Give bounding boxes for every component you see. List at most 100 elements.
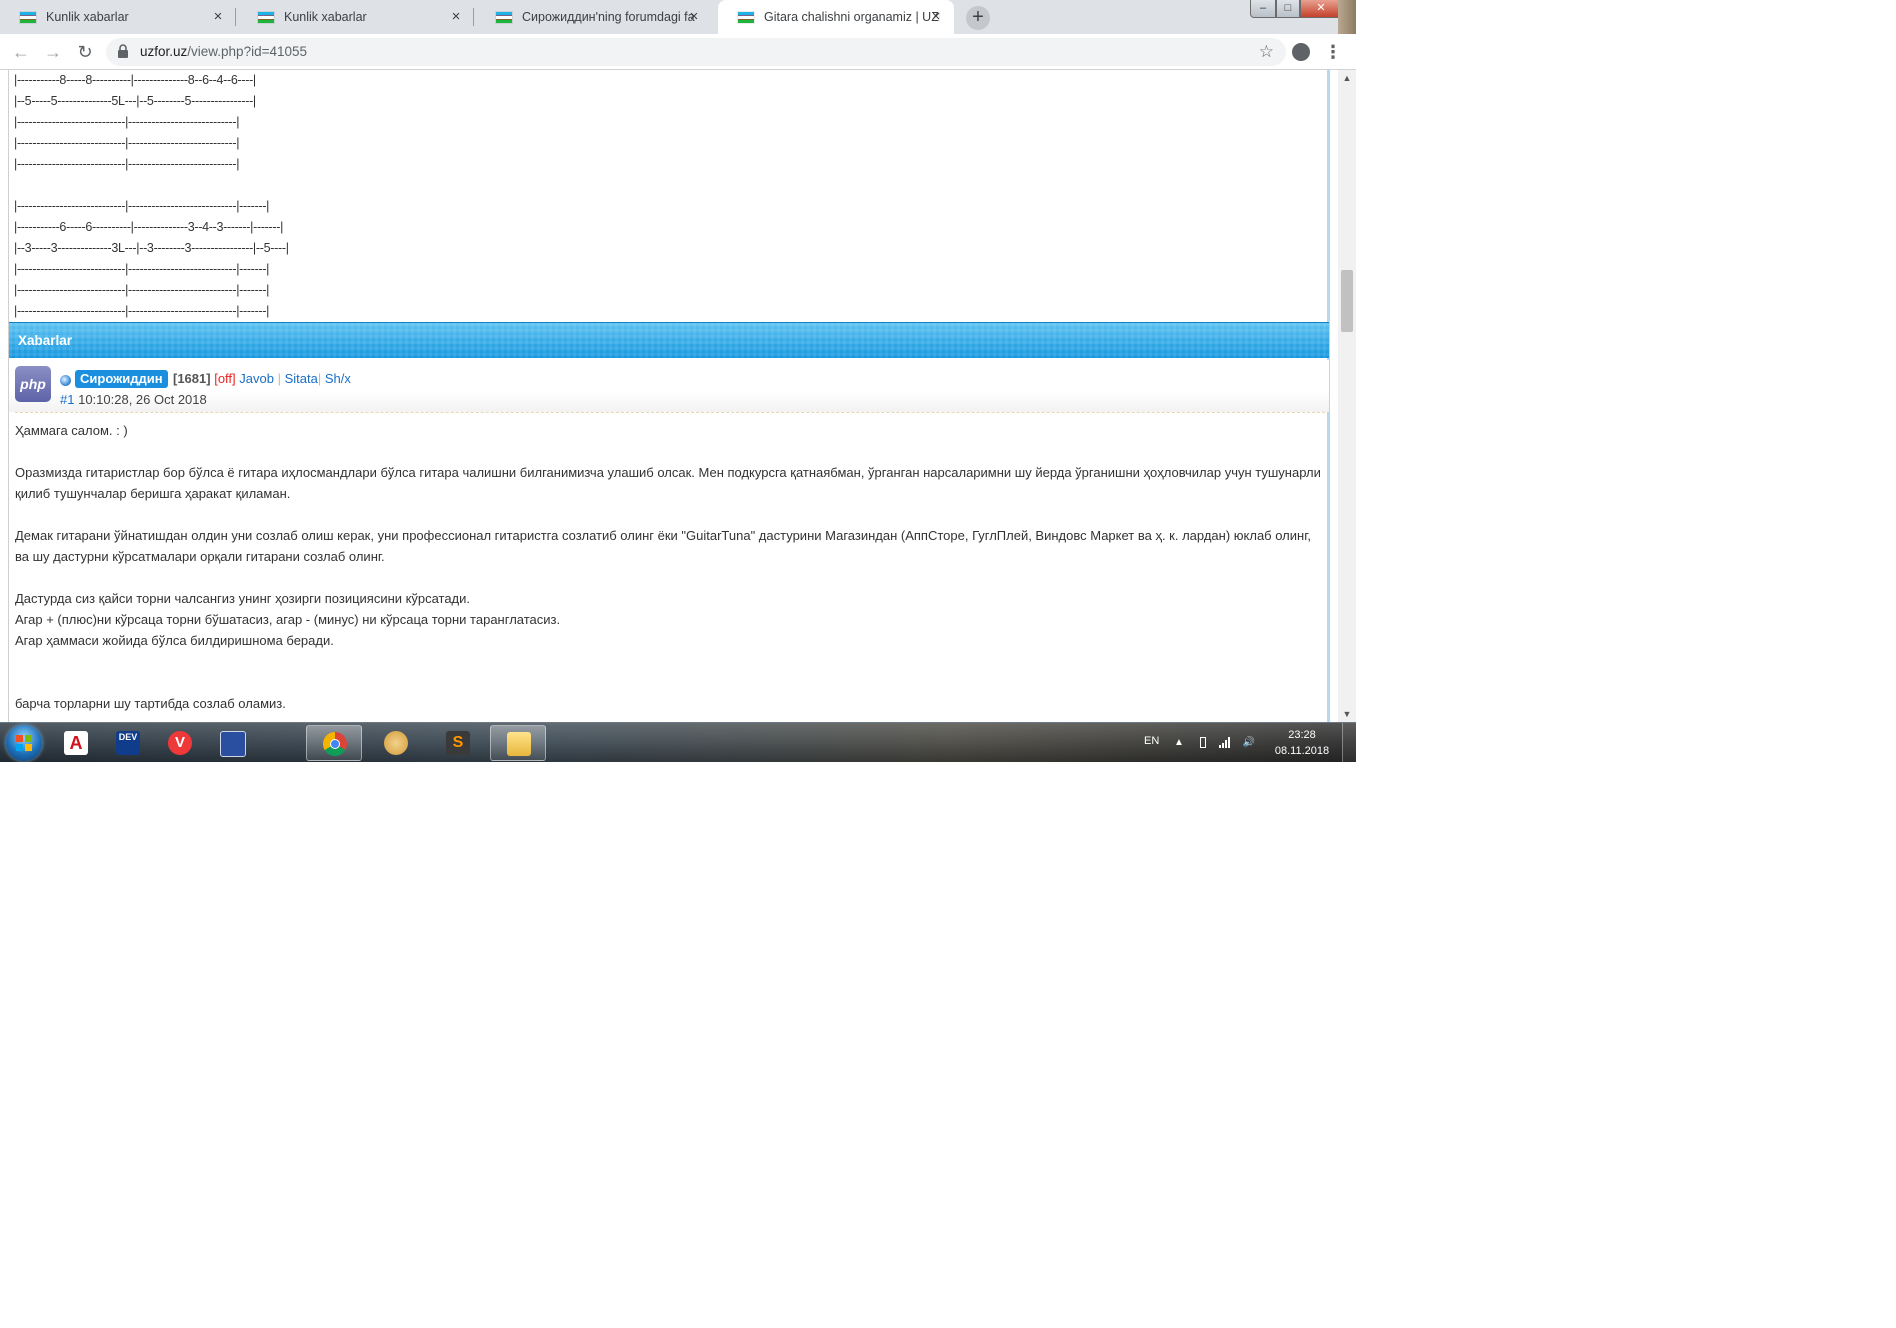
tray-expand-icon[interactable]: ▲ [1172, 736, 1186, 750]
private-message-link[interactable]: Sh/x [325, 371, 351, 386]
taskbar-app-chrome[interactable] [306, 725, 362, 761]
acrobat-icon: A [64, 731, 88, 755]
tablature-line: |-----------6-----6----------|----------… [14, 220, 284, 234]
page-content: |-----------8-----8----------|----------… [0, 70, 1338, 722]
tab-close-icon[interactable]: × [448, 9, 464, 25]
post-meta: [1681] [off] Javob | Sitata| Sh/x [173, 370, 351, 388]
kebab-menu-icon[interactable]: ⋮ [1322, 41, 1344, 63]
post-date-line: #1 10:10:28, 26 Oct 2018 [60, 392, 207, 407]
forward-arrow-icon[interactable]: → [42, 41, 64, 63]
tab-close-icon[interactable]: × [928, 9, 944, 25]
address-bar[interactable]: uzfor.uz/view.php?id=41055 ☆ [106, 38, 1286, 66]
reply-link[interactable]: Javob [239, 371, 274, 386]
browser-tab-strip: Kunlik xabarlar × Kunlik xabarlar × Сиро… [0, 0, 1356, 34]
tablature-line: |--3-----3--------------3L---|--3-------… [14, 241, 289, 255]
post-paragraph: Демак гитарани ўйнатишдан олдин уни созл… [15, 528, 1311, 564]
scroll-thumb[interactable] [1341, 270, 1353, 332]
tablature-line: |----------------------------|----------… [14, 157, 240, 171]
volume-icon[interactable]: 🔊 [1242, 736, 1256, 750]
uzbekistan-flag-icon [738, 11, 754, 23]
window-maximize-button[interactable]: □ [1276, 0, 1300, 18]
reload-icon[interactable]: ↻ [74, 41, 96, 63]
system-clock[interactable]: 23:28 08.11.2018 [1266, 727, 1338, 759]
tab-close-icon[interactable]: × [686, 9, 702, 25]
browser-tab-active[interactable]: Gitara chalishni organamiz | UZFO × [718, 0, 954, 34]
tablature-line: |--5-----5--------------5L---|--5-------… [14, 94, 256, 108]
taskbar-app-devcpp[interactable]: DEV [100, 725, 156, 761]
browser-tab[interactable]: Kunlik xabarlar × [0, 0, 236, 34]
battery-icon[interactable] [1196, 736, 1210, 750]
online-status: [off] [214, 371, 236, 386]
browser-tab[interactable]: Kunlik xabarlar × [238, 0, 474, 34]
show-desktop-button[interactable] [1342, 723, 1356, 762]
taskbar-app-vivaldi[interactable]: V [152, 725, 208, 761]
quote-link[interactable]: Sitata [285, 371, 318, 386]
post-paragraph: Агар ҳаммаси жойида бўлса билдиришнома б… [15, 633, 334, 648]
tablature-line: |----------------------------|----------… [14, 262, 270, 276]
browser-tab[interactable]: Сирожиддин'ning forumdagi fa × [476, 0, 712, 34]
taskbar-app-acrobat[interactable]: A [48, 725, 104, 761]
post-count: [1681] [173, 371, 211, 386]
vivaldi-icon: V [168, 731, 192, 755]
scroll-up-arrow-icon[interactable]: ▲ [1338, 70, 1356, 86]
post-header: php Сирожиддин [1681] [off] Javob | Sita… [9, 360, 1329, 412]
post-paragraph: Оразмизда гитаристлар бор бўлса ё гитара… [15, 465, 1321, 501]
uzbekistan-flag-icon [496, 11, 512, 23]
post-body: Ҳаммага салом. : ) Оразмизда гитаристлар… [15, 420, 1325, 714]
taskbar-app-explorer[interactable] [490, 725, 546, 761]
taskbar-app-sublime[interactable]: S [430, 725, 486, 761]
devcpp-icon: DEV [116, 731, 140, 755]
window-minimize-button[interactable]: – [1250, 0, 1276, 18]
screen: Kunlik xabarlar × Kunlik xabarlar × Сиро… [0, 0, 1356, 762]
tablature-line: |----------------------------|----------… [14, 283, 270, 297]
link-separator: | [277, 371, 281, 386]
url-path: /view.php?id=41055 [187, 44, 308, 59]
tablature-line: |----------------------------|----------… [14, 199, 270, 213]
url-host: uzfor.uz [140, 44, 188, 59]
tablature-line: |----------------------------|----------… [14, 136, 240, 150]
url-text: uzfor.uz/view.php?id=41055 [140, 38, 307, 66]
tab-separator [473, 8, 474, 26]
taskbar-app-save[interactable] [204, 725, 260, 761]
tab-title: Kunlik xabarlar [284, 10, 367, 24]
tablature-line: |----------------------------|----------… [14, 304, 270, 318]
post-paragraph: Дастурда сиз қайси торни чалсангиз унинг… [15, 591, 471, 606]
vertical-scrollbar[interactable]: ▲ ▼ [1338, 70, 1356, 722]
network-signal-icon[interactable] [1218, 736, 1232, 750]
scroll-down-arrow-icon[interactable]: ▼ [1338, 706, 1356, 722]
post-divider [15, 412, 1325, 413]
section-title: Xabarlar [18, 333, 73, 348]
post-paragraph: Агар + (плюс)ни кўрсаца торни бўшатасиз,… [15, 612, 561, 627]
tab-title: Сирожиддин'ning forumdagi fa [522, 10, 695, 24]
start-button[interactable] [6, 725, 42, 761]
post-datetime: 10:10:28, 26 Oct 2018 [78, 392, 207, 407]
uzbekistan-flag-icon [20, 11, 36, 23]
window-close-button[interactable]: ✕ [1300, 0, 1342, 18]
taskbar-app-paint[interactable] [368, 725, 424, 761]
chrome-icon [323, 732, 347, 756]
post-paragraph: барча торларни шу тартибда созлаб оламиз… [15, 696, 286, 711]
section-header: Xabarlar [9, 322, 1329, 358]
tablature-line: |----------------------------|----------… [14, 115, 240, 129]
browser-toolbar: ← → ↻ uzfor.uz/view.php?id=41055 ☆ ⋮ [0, 34, 1356, 70]
tablature-line: |-----------8-----8----------|----------… [14, 73, 256, 87]
language-indicator[interactable]: EN [1144, 735, 1159, 747]
sublime-icon: S [446, 731, 470, 755]
tab-close-icon[interactable]: × [210, 9, 226, 25]
tablature-line [14, 175, 614, 196]
post-number-link[interactable]: #1 [60, 392, 74, 407]
tab-separator [235, 8, 236, 26]
back-arrow-icon[interactable]: ← [10, 41, 32, 63]
link-separator: | [317, 371, 322, 386]
post-paragraph: Ҳаммага салом. : ) [15, 423, 128, 438]
username-link[interactable]: Сирожиддин [75, 370, 168, 388]
paint-icon [384, 731, 408, 755]
tab-title: Gitara chalishni organamiz | UZFO [764, 10, 940, 24]
explorer-folder-icon [507, 732, 531, 756]
guitar-tablature: |-----------8-----8----------|----------… [14, 70, 614, 322]
globe-status-icon [60, 375, 71, 386]
star-icon[interactable]: ☆ [1259, 42, 1274, 62]
new-tab-button[interactable]: + [966, 6, 990, 30]
avatar[interactable]: php [15, 366, 51, 402]
profile-icon[interactable] [1292, 43, 1310, 61]
